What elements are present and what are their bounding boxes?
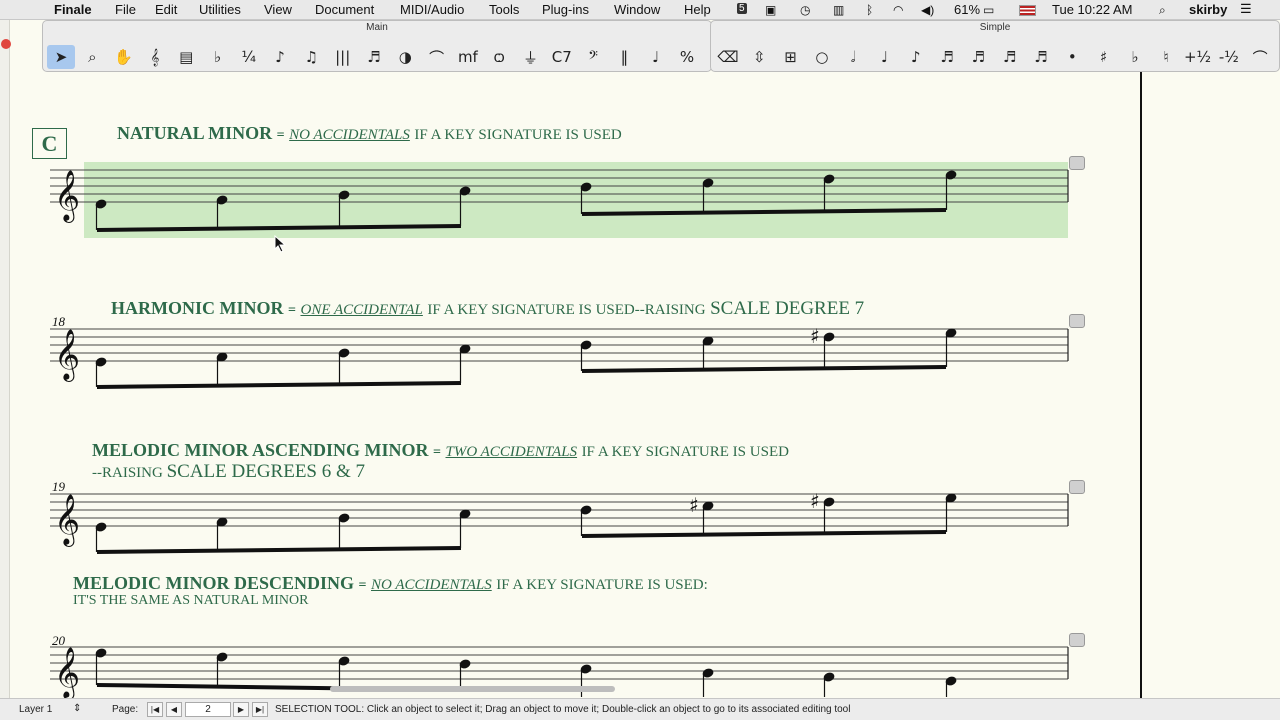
status-bar: Layer 1 ⇕ Page: |◀ ◀ 2 ▶ ▶| SELECTION TO… [0, 698, 1280, 720]
sharp-accidental-icon: ♯ [810, 489, 820, 513]
sharp-accidental-icon: ♯ [810, 324, 820, 348]
treble-clef-icon: 𝄞 [54, 170, 80, 223]
treble-clef-icon: 𝄞 [54, 329, 80, 382]
beam [581, 365, 947, 373]
beam [581, 530, 947, 538]
mouse-cursor-icon [274, 235, 287, 253]
status-message: SELECTION TOOL: Click an object to selec… [275, 704, 851, 715]
next-page-icon[interactable]: ▶ [233, 702, 249, 717]
treble-clef-icon: 𝄞 [54, 494, 80, 547]
layer-stepper-icon[interactable]: ⇕ [73, 703, 81, 714]
system-lock-icon[interactable] [1069, 314, 1085, 328]
beam [96, 381, 462, 389]
treble-clef-icon: 𝄞 [54, 647, 80, 698]
horizontal-scrollbar[interactable] [330, 686, 615, 692]
first-page-icon[interactable]: |◀ [147, 702, 163, 717]
system-lock-icon[interactable] [1069, 156, 1085, 170]
system-lock-icon[interactable] [1069, 633, 1085, 647]
beam [96, 546, 462, 554]
page-number-field[interactable]: 2 [185, 702, 231, 717]
system-lock-icon[interactable] [1069, 480, 1085, 494]
last-page-icon[interactable]: ▶| [252, 702, 268, 717]
music-notation[interactable]: 𝄞 𝄞 ♯ 𝄞 ♯ ♯ 𝄞 [0, 0, 1280, 698]
previous-page-icon[interactable]: ◀ [166, 702, 182, 717]
layer-select[interactable]: Layer 1 [19, 704, 52, 715]
page-label: Page: [112, 704, 139, 715]
sharp-accidental-icon: ♯ [689, 493, 699, 517]
